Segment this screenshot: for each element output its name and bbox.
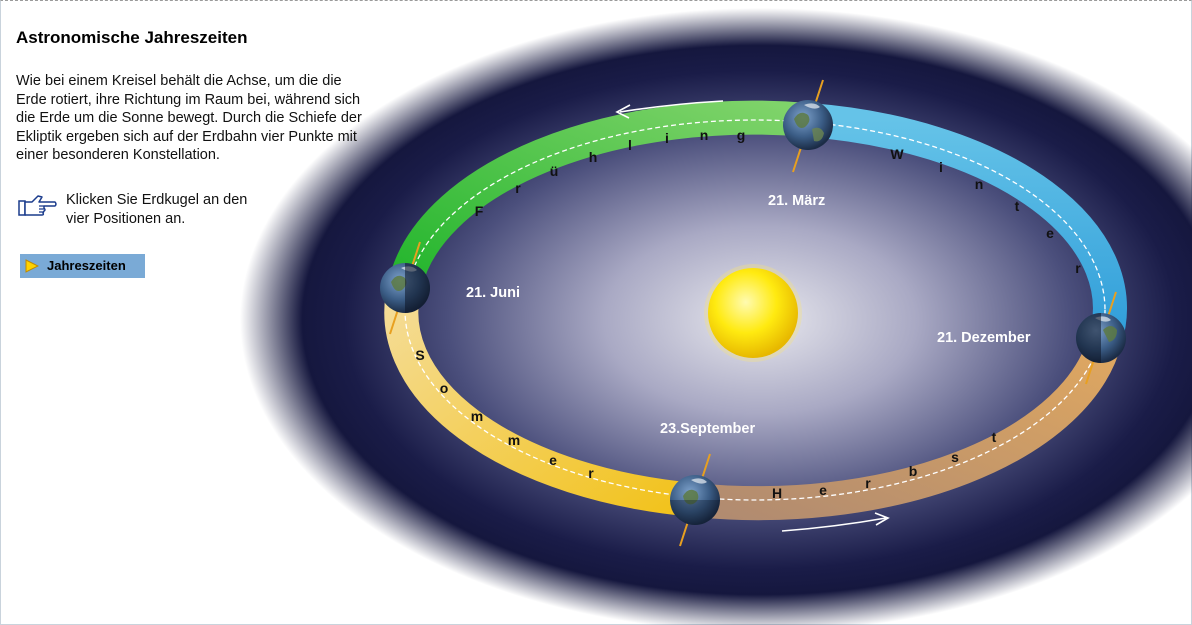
season-letter: i [939, 159, 943, 175]
intro-line: Wie bei einem Kreisel behält die Achse, … [16, 73, 342, 89]
season-letter: r [515, 180, 521, 196]
date-label-maerz: 21. März [768, 193, 825, 209]
season-letter: F [475, 203, 484, 219]
earth-icon [783, 100, 833, 150]
season-letter: g [737, 127, 746, 143]
season-letter: n [700, 127, 709, 143]
intro-line: einer besonderen Konstellation. [16, 147, 220, 163]
date-label-juni: 21. Juni [466, 285, 520, 301]
season-letter: m [471, 408, 483, 424]
intro-line: die Erde um die Sonne bewegt. Durch die … [16, 110, 362, 126]
season-letter: n [975, 176, 984, 192]
season-letter: l [628, 137, 632, 153]
page-title: Astronomische Jahreszeiten [16, 28, 248, 47]
season-letter: H [772, 485, 782, 501]
season-letter: r [865, 475, 871, 491]
season-letter: s [951, 449, 959, 465]
season-letter: m [508, 432, 520, 448]
jahreszeiten-button-label: Jahreszeiten [47, 258, 126, 273]
intro-line: Erde rotiert, ihre Richtung im Raum bei,… [16, 91, 361, 108]
season-letter: e [819, 482, 827, 498]
pointing-hand-icon [18, 195, 57, 216]
jahreszeiten-button[interactable]: Jahreszeiten [20, 254, 145, 278]
season-letter: t [992, 429, 997, 445]
season-letter: o [440, 380, 449, 396]
intro-text: Wie bei einem Kreisel behält die Achse, … [16, 72, 416, 165]
hint-line: vier Positionen an. [66, 211, 186, 227]
season-letter: r [1075, 260, 1081, 276]
intro-line: Ekliptik ergeben sich auf der Erdbahn vi… [16, 128, 357, 145]
season-letter: ü [550, 163, 559, 179]
season-letter: S [415, 347, 424, 363]
season-letter: W [890, 146, 904, 162]
season-letter: e [549, 452, 557, 468]
date-label-september: 23.September [660, 421, 755, 437]
season-letter: r [588, 465, 594, 481]
play-triangle-icon [25, 259, 39, 273]
left-panel: Astronomische Jahreszeiten [16, 28, 416, 48]
season-letter: i [665, 130, 669, 146]
hint-text: Klicken Sie Erdkugel an den vier Positio… [66, 191, 296, 229]
season-letter: h [589, 149, 598, 165]
season-letter: t [1015, 198, 1020, 214]
date-label-dezember: 21. Dezember [937, 330, 1031, 346]
hint-line: Klicken Sie Erdkugel an den [66, 192, 248, 208]
sun-icon [704, 264, 802, 362]
season-letter: b [909, 463, 918, 479]
season-letter: e [1046, 225, 1054, 241]
